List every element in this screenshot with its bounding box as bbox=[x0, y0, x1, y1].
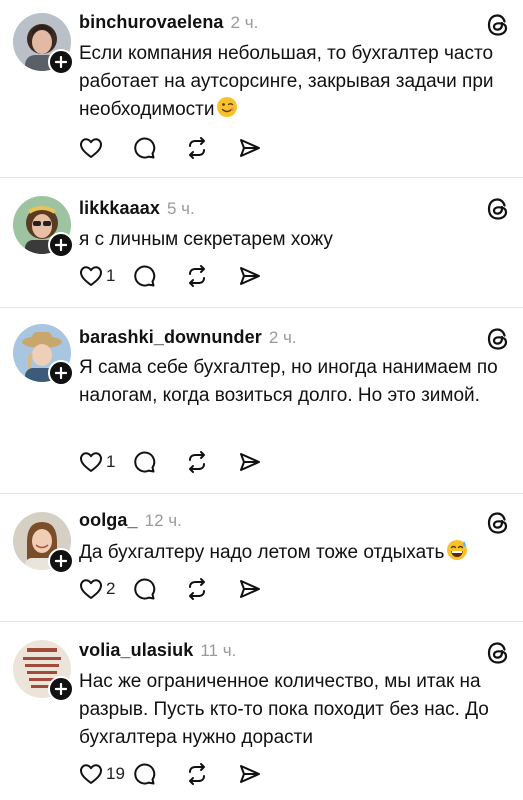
username[interactable]: binchurovaelena bbox=[79, 12, 224, 33]
comment-text: Нас же ограниченное количество, мы итак … bbox=[79, 668, 509, 752]
grinning-sweat-face-icon bbox=[447, 540, 468, 560]
repost-button[interactable] bbox=[185, 134, 238, 162]
like-button[interactable]: 2 bbox=[79, 575, 132, 603]
comment-post: oolga_ 12 ч. Да бухгалтеру надо летом то… bbox=[0, 494, 523, 622]
paper-plane-icon bbox=[240, 580, 260, 598]
heart-icon bbox=[80, 266, 102, 286]
heart-icon bbox=[80, 138, 102, 158]
heart-icon bbox=[80, 579, 102, 599]
post-header: volia_ulasiuk 11 ч. bbox=[79, 640, 236, 661]
threads-logo-icon[interactable] bbox=[485, 640, 511, 666]
repost-button[interactable] bbox=[185, 575, 238, 603]
comment-bubble-icon bbox=[134, 451, 156, 473]
post-actions: 1 bbox=[79, 262, 262, 290]
threads-logo-icon[interactable] bbox=[485, 196, 511, 222]
threads-logo-icon[interactable] bbox=[485, 510, 511, 536]
reply-button[interactable] bbox=[132, 262, 185, 290]
threads-logo-icon[interactable] bbox=[485, 12, 511, 38]
comment-text: Я сама себе бухгалтер, но иногда нанимае… bbox=[79, 354, 509, 410]
comment-post: binchurovaelena 2 ч. Если компания небол… bbox=[0, 0, 523, 178]
comment-bubble-icon bbox=[134, 137, 156, 159]
timestamp: 5 ч. bbox=[166, 199, 195, 218]
repost-arrows-icon bbox=[189, 265, 205, 287]
comment-text: Если компания небольшая, то бухгалтер ча… bbox=[79, 40, 509, 124]
like-button[interactable]: 1 bbox=[79, 448, 132, 476]
paper-plane-icon bbox=[240, 267, 260, 285]
comment-post: volia_ulasiuk 11 ч. Нас же ограниченное … bbox=[0, 622, 523, 800]
username[interactable]: barashki_downunder bbox=[79, 327, 262, 348]
paper-plane-icon bbox=[240, 453, 260, 471]
username[interactable]: oolga_ bbox=[79, 510, 138, 531]
repost-button[interactable] bbox=[185, 448, 238, 476]
follow-plus-icon[interactable] bbox=[48, 676, 74, 702]
heart-icon bbox=[80, 764, 102, 784]
comment-post: likkkaaax 5 ч. я с личным секретарем хож… bbox=[0, 178, 523, 308]
timestamp: 2 ч. bbox=[268, 328, 297, 347]
reply-button[interactable] bbox=[132, 575, 185, 603]
like-count: 1 bbox=[106, 266, 116, 285]
post-actions: 2 bbox=[79, 575, 262, 603]
share-button[interactable] bbox=[238, 760, 262, 788]
comment-body: я с личным секретарем хожу bbox=[79, 229, 333, 250]
like-button[interactable]: 19 bbox=[79, 760, 132, 788]
paper-plane-icon bbox=[240, 139, 260, 157]
repost-arrows-icon bbox=[189, 763, 205, 785]
post-header: barashki_downunder 2 ч. bbox=[79, 327, 297, 348]
comment-text: Да бухгалтеру надо летом тоже отдыхать bbox=[79, 539, 509, 567]
share-button[interactable] bbox=[238, 134, 262, 162]
post-header: binchurovaelena 2 ч. bbox=[79, 12, 258, 33]
username[interactable]: likkkaaax bbox=[79, 198, 160, 219]
share-button[interactable] bbox=[238, 448, 262, 476]
repost-arrows-icon bbox=[189, 578, 205, 600]
follow-plus-icon[interactable] bbox=[48, 49, 74, 75]
repost-arrows-icon bbox=[189, 137, 205, 159]
threads-logo-icon[interactable] bbox=[485, 326, 511, 352]
comment-feed: binchurovaelena 2 ч. Если компания небол… bbox=[0, 0, 523, 800]
avatar-wrap[interactable] bbox=[13, 512, 74, 574]
like-button[interactable] bbox=[79, 134, 132, 162]
comment-body: Если компания небольшая, то бухгалтер ча… bbox=[79, 43, 494, 120]
post-header: likkkaaax 5 ч. bbox=[79, 198, 195, 219]
like-count: 1 bbox=[106, 452, 116, 471]
winking-face-icon bbox=[217, 97, 238, 117]
like-count: 2 bbox=[106, 579, 116, 598]
heart-icon bbox=[80, 452, 102, 472]
follow-plus-icon[interactable] bbox=[48, 232, 74, 258]
post-actions: 19 bbox=[79, 760, 262, 788]
reply-button[interactable] bbox=[132, 134, 185, 162]
comment-body: Я сама себе бухгалтер, но иногда нанимае… bbox=[79, 357, 498, 406]
comment-bubble-icon bbox=[134, 578, 156, 600]
username[interactable]: volia_ulasiuk bbox=[79, 640, 193, 661]
paper-plane-icon bbox=[240, 765, 260, 783]
comment-text: я с личным секретарем хожу bbox=[79, 226, 509, 254]
post-actions: 1 bbox=[79, 448, 262, 476]
follow-plus-icon[interactable] bbox=[48, 360, 74, 386]
like-button[interactable]: 1 bbox=[79, 262, 132, 290]
timestamp: 2 ч. bbox=[230, 13, 259, 32]
share-button[interactable] bbox=[238, 262, 262, 290]
post-header: oolga_ 12 ч. bbox=[79, 510, 182, 531]
share-button[interactable] bbox=[238, 575, 262, 603]
comment-bubble-icon bbox=[134, 265, 156, 287]
comment-post: barashki_downunder 2 ч. Я сама себе бухг… bbox=[0, 308, 523, 494]
follow-plus-icon[interactable] bbox=[48, 548, 74, 574]
timestamp: 12 ч. bbox=[144, 511, 182, 530]
reply-button[interactable] bbox=[132, 760, 185, 788]
timestamp: 11 ч. bbox=[200, 641, 237, 660]
reply-button[interactable] bbox=[132, 448, 185, 476]
repost-button[interactable] bbox=[185, 262, 238, 290]
comment-bubble-icon bbox=[134, 763, 156, 785]
avatar-wrap[interactable] bbox=[13, 324, 74, 386]
avatar-wrap[interactable] bbox=[13, 640, 74, 702]
repost-arrows-icon bbox=[189, 451, 205, 473]
like-count: 19 bbox=[106, 764, 125, 783]
avatar-wrap[interactable] bbox=[13, 196, 74, 258]
comment-body: Нас же ограниченное количество, мы итак … bbox=[79, 671, 489, 748]
avatar-wrap[interactable] bbox=[13, 13, 74, 75]
post-actions bbox=[79, 134, 262, 162]
comment-body: Да бухгалтеру надо летом тоже отдыхать bbox=[79, 542, 445, 563]
repost-button[interactable] bbox=[185, 760, 238, 788]
